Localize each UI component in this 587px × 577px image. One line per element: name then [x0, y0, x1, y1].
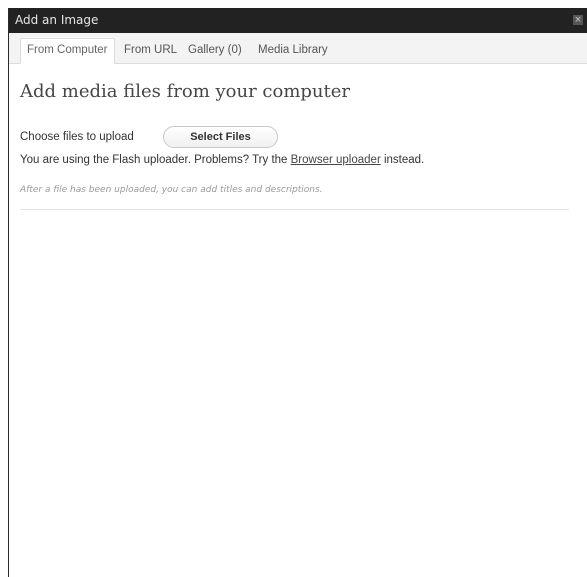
flash-uploader-notice: You are using the Flash uploader. Proble…: [20, 154, 424, 166]
tab-from-computer[interactable]: From Computer: [20, 38, 115, 64]
choose-files-label: Choose files to upload: [20, 131, 134, 143]
flash-notice-prefix: You are using the Flash uploader. Proble…: [20, 154, 291, 166]
media-tabs: From Computer From URL Gallery (0) Media…: [9, 33, 587, 64]
tab-from-url[interactable]: From URL: [124, 39, 177, 62]
add-image-dialog: Add an Image × From Computer From URL Ga…: [8, 8, 587, 577]
dialog-title: Add an Image: [15, 13, 99, 27]
select-files-button[interactable]: Select Files: [163, 126, 278, 148]
tab-media-library[interactable]: Media Library: [258, 39, 328, 62]
dialog-titlebar: Add an Image ×: [9, 8, 587, 33]
divider: [20, 209, 569, 210]
upload-help-note: After a file has been uploaded, you can …: [20, 185, 323, 195]
close-icon[interactable]: ×: [573, 15, 583, 25]
browser-uploader-link[interactable]: Browser uploader: [291, 154, 381, 166]
page-title: Add media files from your computer: [20, 81, 351, 102]
tab-gallery[interactable]: Gallery (0): [188, 39, 242, 62]
flash-notice-suffix: instead.: [380, 154, 425, 166]
